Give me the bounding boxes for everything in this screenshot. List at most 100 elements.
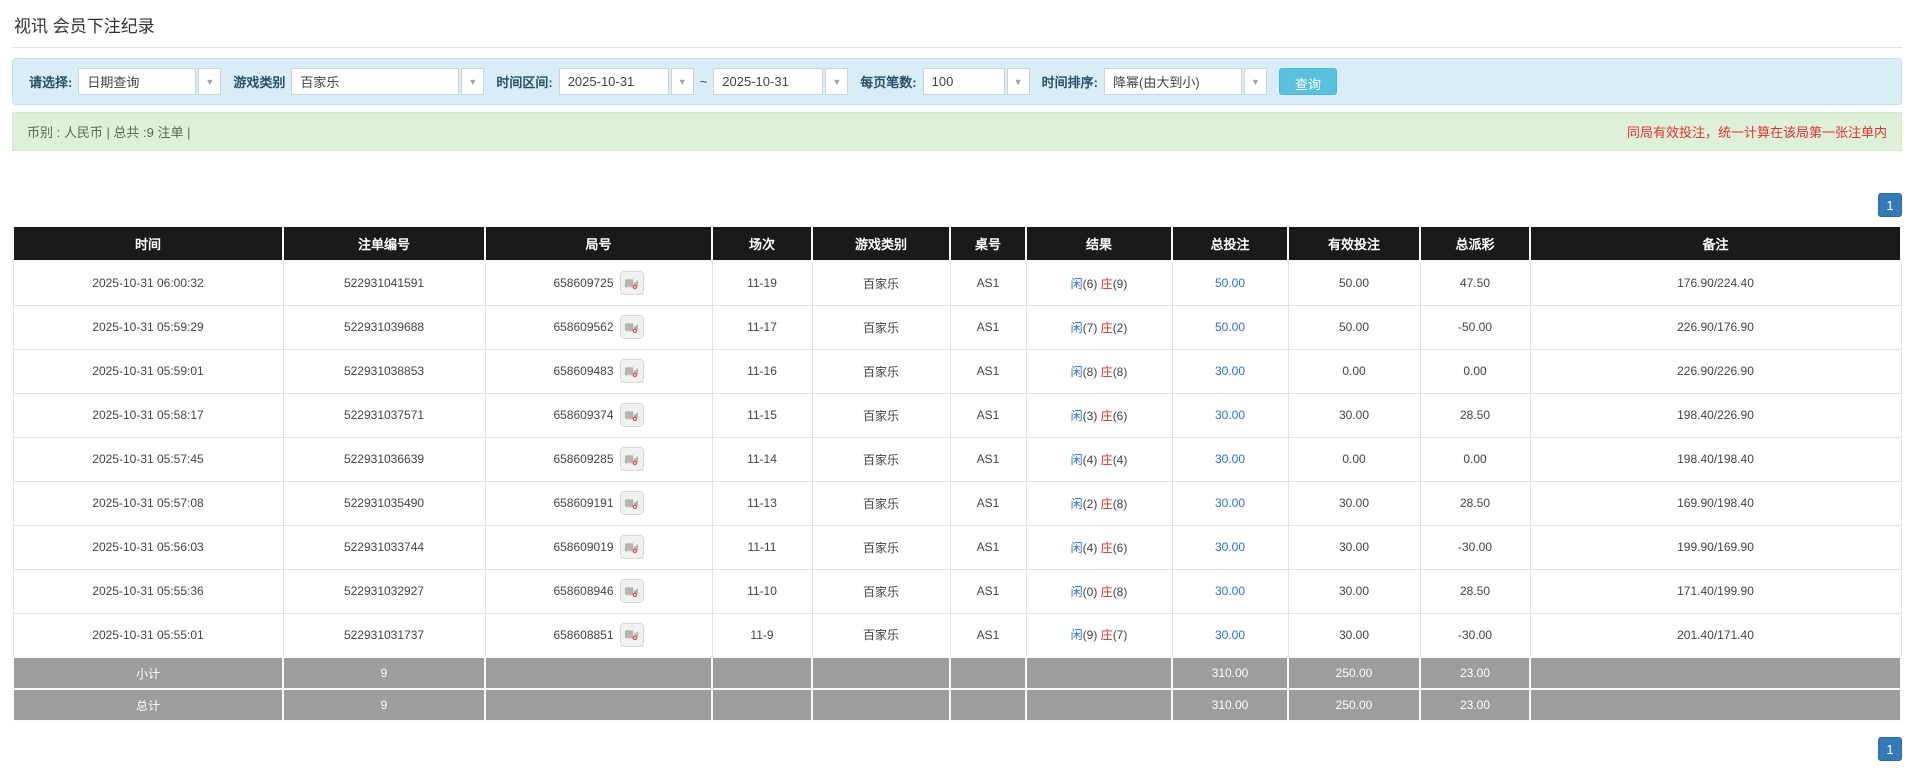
cell-game-type: 百家乐 xyxy=(811,612,951,658)
total-total-bet: 310.00 xyxy=(1171,688,1289,722)
total-bet-link[interactable]: 50.00 xyxy=(1215,276,1245,290)
cell-note: 198.40/198.40 xyxy=(1529,436,1902,482)
col-header-session: 场次 xyxy=(711,225,813,262)
result-player-score: (9) xyxy=(1082,628,1098,643)
video-replay-icon[interactable] xyxy=(619,315,644,339)
range-separator: ~ xyxy=(699,74,708,89)
cell-game-type: 百家乐 xyxy=(811,436,951,482)
cell-payout: -50.00 xyxy=(1419,304,1531,350)
title-divider xyxy=(12,47,1902,48)
result-player-label: 闲 xyxy=(1070,496,1083,511)
subtotal-valid-bet: 250.00 xyxy=(1287,656,1421,690)
chevron-down-icon[interactable]: ▼ xyxy=(1243,68,1267,95)
cell-valid-bet: 0.00 xyxy=(1287,436,1421,482)
result-player-label: 闲 xyxy=(1070,628,1083,643)
query-type-select[interactable]: 日期查询 ▼ xyxy=(78,68,222,95)
video-replay-icon[interactable] xyxy=(619,271,644,296)
total-bet-link[interactable]: 30.00 xyxy=(1215,452,1245,466)
cell-time: 2025-10-31 05:57:45 xyxy=(12,436,284,482)
cell-session: 11-19 xyxy=(711,260,813,306)
valid-bet-note: 同局有效投注，统一计算在该局第一张注单内 xyxy=(1626,125,1887,140)
cell-valid-bet: 30.00 xyxy=(1287,480,1421,526)
video-replay-icon[interactable] xyxy=(619,403,644,427)
cell-round: 658608851 xyxy=(484,612,713,658)
result-player-label: 闲 xyxy=(1070,452,1083,467)
cell-session: 11-11 xyxy=(711,524,813,570)
cell-note: 226.90/176.90 xyxy=(1529,304,1902,350)
video-replay-icon[interactable] xyxy=(619,491,644,515)
chevron-down-icon[interactable]: ▼ xyxy=(198,68,222,95)
result-player-score: (0) xyxy=(1082,584,1098,599)
table-row: 2025-10-31 05:55:01 522931031737 6586088… xyxy=(12,612,1902,658)
cell-result: 闲(4) 庄(4) xyxy=(1025,436,1173,482)
cell-round: 658609562 xyxy=(484,304,713,350)
game-type-select[interactable]: 百家乐 ▼ xyxy=(291,68,485,95)
video-replay-icon[interactable] xyxy=(619,622,644,647)
table-row: 2025-10-31 06:00:32 522931041591 6586097… xyxy=(12,260,1902,306)
cell-game-type: 百家乐 xyxy=(811,568,951,614)
cell-bet-id: 522931041591 xyxy=(282,260,486,306)
cell-total-bet: 50.00 xyxy=(1171,260,1289,306)
cell-valid-bet: 30.00 xyxy=(1287,524,1421,570)
page-size-value[interactable]: 100 xyxy=(922,68,1005,95)
cell-payout: -30.00 xyxy=(1419,612,1531,658)
search-button[interactable]: 查询 xyxy=(1278,68,1337,95)
sort-select[interactable]: 降幂(由大到小) ▼ xyxy=(1103,68,1267,95)
sort-value[interactable]: 降幂(由大到小) xyxy=(1103,68,1242,95)
table-row: 2025-10-31 05:58:17 522931037571 6586093… xyxy=(12,392,1902,438)
cell-total-bet: 30.00 xyxy=(1171,612,1289,658)
date-to-value[interactable]: 2025-10-31 xyxy=(713,68,824,95)
col-header-bet-id: 注单编号 xyxy=(282,225,486,262)
col-header-total-bet: 总投注 xyxy=(1171,225,1289,262)
page-number-button[interactable]: 1 xyxy=(1878,193,1902,217)
video-replay-icon[interactable] xyxy=(619,359,644,383)
date-to-select[interactable]: 2025-10-31 ▼ xyxy=(713,68,849,95)
total-bet-link[interactable]: 30.00 xyxy=(1215,364,1245,378)
cell-note: 169.90/198.40 xyxy=(1529,480,1902,526)
round-number: 658608851 xyxy=(553,627,614,642)
video-replay-icon[interactable] xyxy=(619,535,644,559)
result-banker-score: (2) xyxy=(1112,320,1128,335)
cell-session: 11-13 xyxy=(711,480,813,526)
round-number: 658609483 xyxy=(553,364,614,378)
date-from-select[interactable]: 2025-10-31 ▼ xyxy=(558,68,694,95)
total-bet-link[interactable]: 30.00 xyxy=(1215,628,1245,642)
chevron-down-icon[interactable]: ▼ xyxy=(825,68,849,95)
result-player-score: (7) xyxy=(1082,320,1098,335)
cell-total-bet: 30.00 xyxy=(1171,348,1289,394)
table-body: 2025-10-31 06:00:32 522931041591 6586097… xyxy=(12,260,1902,658)
cell-total-bet: 30.00 xyxy=(1171,480,1289,526)
cell-time: 2025-10-31 05:57:08 xyxy=(12,480,284,526)
cell-round: 658609483 xyxy=(484,348,713,394)
cell-note: 171.40/199.90 xyxy=(1529,568,1902,614)
cell-session: 11-10 xyxy=(711,568,813,614)
total-bet-link[interactable]: 50.00 xyxy=(1215,320,1245,334)
result-player-label: 闲 xyxy=(1070,276,1083,291)
cell-total-bet: 50.00 xyxy=(1171,304,1289,350)
chevron-down-icon[interactable]: ▼ xyxy=(1006,68,1030,95)
chevron-down-icon[interactable]: ▼ xyxy=(670,68,694,95)
chevron-down-icon[interactable]: ▼ xyxy=(461,68,485,95)
cell-result: 闲(7) 庄(2) xyxy=(1025,304,1173,350)
cell-total-bet: 30.00 xyxy=(1171,436,1289,482)
cell-game-type: 百家乐 xyxy=(811,480,951,526)
total-bet-link[interactable]: 30.00 xyxy=(1215,496,1245,510)
col-header-note: 备注 xyxy=(1529,225,1902,262)
total-bet-link[interactable]: 30.00 xyxy=(1215,408,1245,422)
total-bet-link[interactable]: 30.00 xyxy=(1215,584,1245,598)
cell-game-type: 百家乐 xyxy=(811,260,951,306)
cell-table-no: AS1 xyxy=(949,348,1027,394)
query-type-value[interactable]: 日期查询 xyxy=(78,68,197,95)
video-replay-icon[interactable] xyxy=(619,447,644,471)
page-size-select[interactable]: 100 ▼ xyxy=(922,68,1030,95)
table-row: 2025-10-31 05:59:29 522931039688 6586095… xyxy=(12,304,1902,350)
date-from-value[interactable]: 2025-10-31 xyxy=(558,68,669,95)
total-bet-link[interactable]: 30.00 xyxy=(1215,540,1245,554)
cell-session: 11-14 xyxy=(711,436,813,482)
page-number-button[interactable]: 1 xyxy=(1878,737,1902,761)
result-banker-score: (7) xyxy=(1112,628,1128,643)
summary-bar: 币别 : 人民币 | 总共 :9 注单 | 同局有效投注，统一计算在该局第一张注… xyxy=(12,112,1902,151)
video-replay-icon[interactable] xyxy=(619,579,644,603)
subtotal-label: 小计 xyxy=(12,656,284,690)
game-type-value[interactable]: 百家乐 xyxy=(291,68,460,95)
